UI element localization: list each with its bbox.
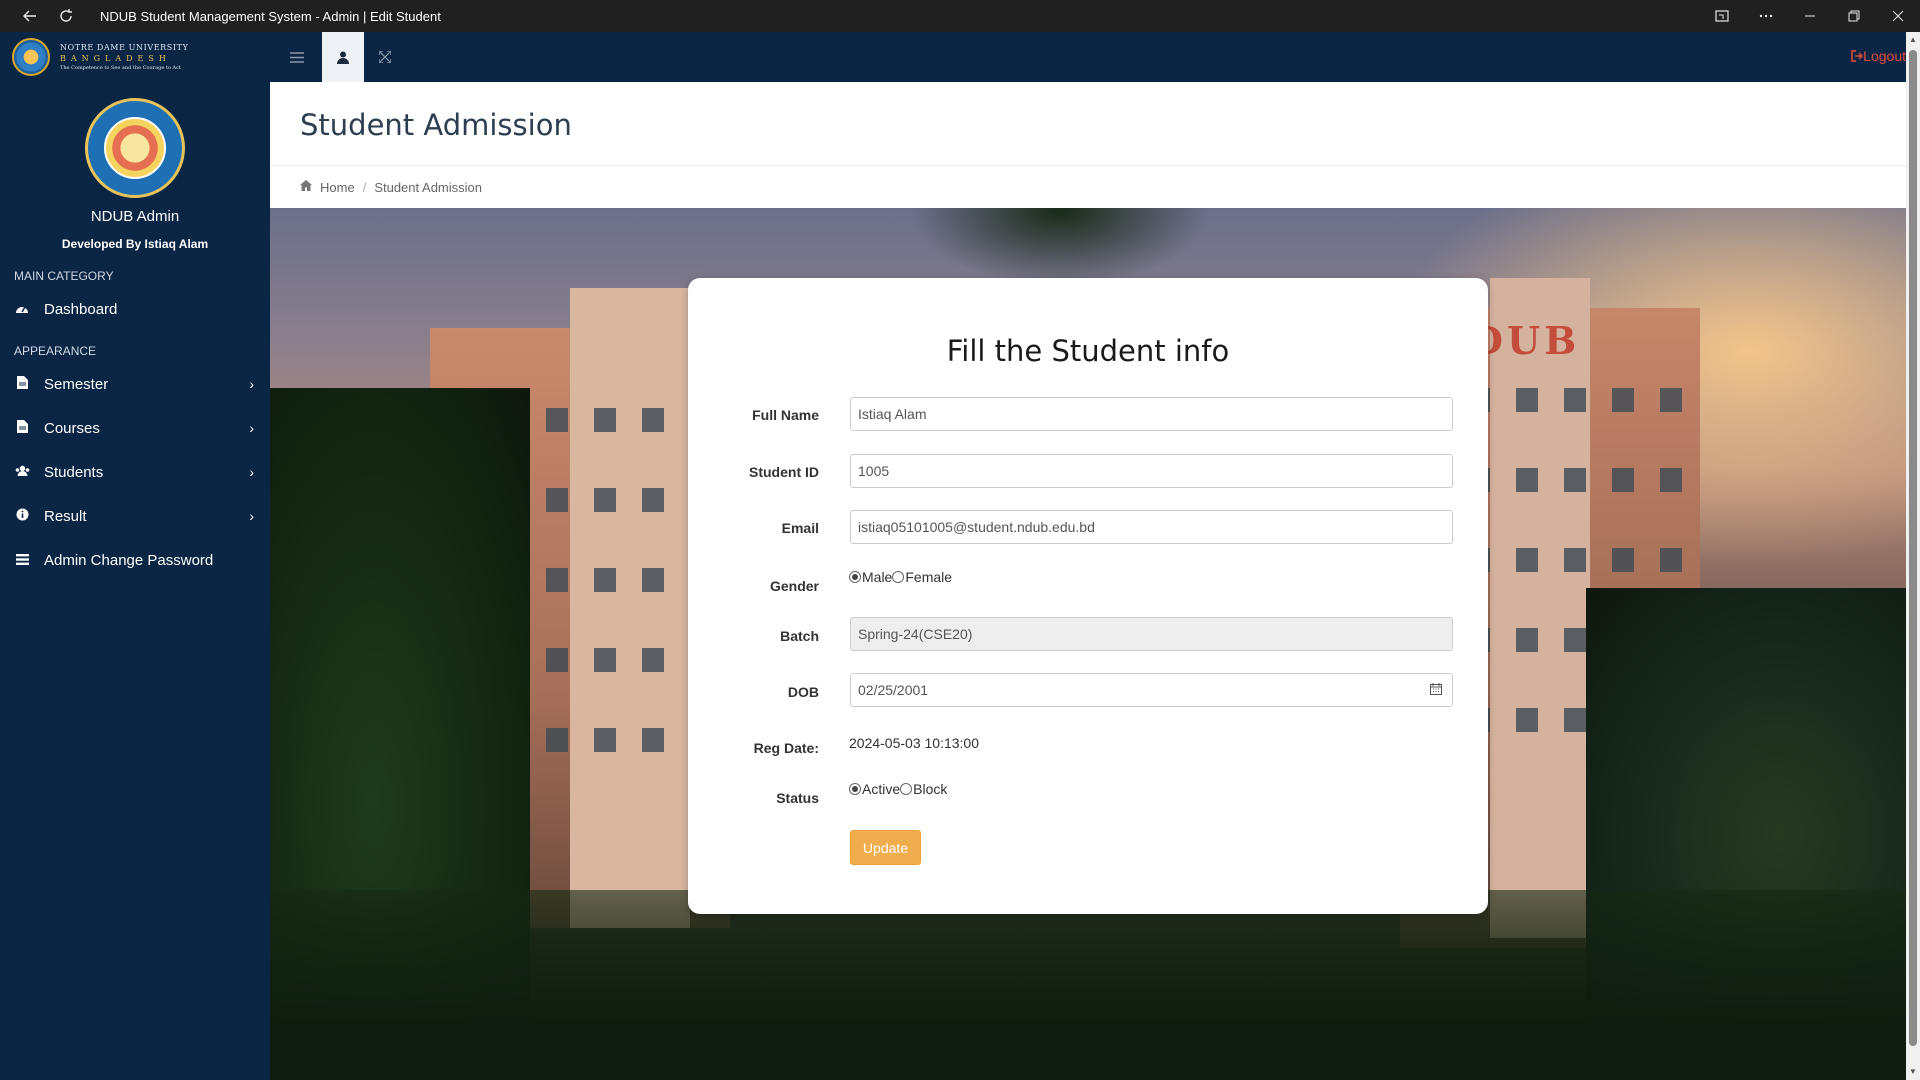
batch-input — [850, 617, 1453, 651]
email-label: Email — [781, 520, 819, 536]
sidebar-item-result[interactable]: Result › — [0, 494, 270, 538]
file-icon — [14, 376, 30, 392]
gender-female-radio[interactable] — [892, 571, 905, 583]
sidebar: NOTRE DAME UNIVERSITY BANGLADESH The Com… — [0, 32, 270, 1080]
reload-icon[interactable] — [48, 0, 84, 32]
student-form-card: Fill the Student info Full Name Student … — [688, 278, 1488, 914]
chevron-right-icon: › — [249, 464, 254, 480]
page-header: Student Admission — [270, 82, 1906, 166]
window-title: NDUB Student Management System - Admin |… — [100, 8, 441, 24]
reg-date-label: Reg Date: — [753, 740, 819, 756]
file-icon — [14, 420, 30, 436]
scroll-down-icon[interactable]: ▼ — [1906, 1064, 1920, 1080]
sidebar-item-label: Admin Change Password — [44, 551, 214, 569]
gender-male-radio[interactable] — [849, 571, 861, 583]
dob-value: 02/25/2001 — [858, 682, 929, 698]
home-icon — [300, 180, 312, 194]
sidebar-item-admin-change-password[interactable]: Admin Change Password — [0, 538, 270, 582]
gender-female-label[interactable]: Female — [905, 569, 952, 585]
brand-logo[interactable]: NOTRE DAME UNIVERSITY BANGLADESH The Com… — [0, 32, 270, 82]
full-name-input[interactable] — [850, 397, 1453, 431]
scroll-up-icon[interactable]: ▲ — [1906, 32, 1920, 48]
window-titlebar: NDUB Student Management System - Admin |… — [0, 0, 1920, 32]
chevron-right-icon: › — [249, 508, 254, 524]
status-active-label[interactable]: Active — [862, 781, 900, 797]
calendar-icon[interactable] — [1430, 682, 1442, 698]
sidebar-item-label: Result — [44, 507, 87, 525]
breadcrumb: Home / Student Admission — [270, 166, 1906, 208]
fullscreen-icon[interactable] — [364, 32, 406, 82]
sidebar-item-label: Semester — [44, 375, 109, 393]
reg-date-value: 2024-05-03 10:13:00 — [849, 735, 979, 751]
page-scrollbar[interactable]: ▲ ▼ — [1906, 32, 1920, 1080]
breadcrumb-home[interactable]: Home — [320, 180, 355, 195]
student-id-label: Student ID — [749, 464, 819, 480]
main-category-heading: MAIN CATEGORY — [14, 269, 114, 283]
sidebar-item-semester[interactable]: Semester › — [0, 362, 270, 406]
back-icon[interactable] — [12, 0, 48, 32]
batch-label: Batch — [780, 628, 819, 644]
cast-icon[interactable] — [1700, 0, 1744, 32]
email-input[interactable] — [850, 510, 1453, 544]
status-active-radio[interactable] — [849, 783, 861, 795]
status-label: Status — [776, 790, 819, 806]
sidebar-item-courses[interactable]: Courses › — [0, 406, 270, 450]
sidebar-item-label: Dashboard — [44, 300, 118, 318]
scroll-thumb[interactable] — [1909, 50, 1917, 1046]
top-navbar: Logout — [270, 32, 1906, 82]
dashboard-icon — [14, 302, 30, 317]
breadcrumb-separator: / — [362, 179, 367, 195]
list-icon — [14, 553, 30, 568]
chevron-right-icon: › — [249, 420, 254, 436]
sidebar-item-students[interactable]: Students › — [0, 450, 270, 494]
dob-date-input[interactable]: 02/25/2001 — [850, 673, 1453, 707]
chevron-right-icon: › — [249, 376, 254, 392]
logout-label: Logout — [1863, 48, 1906, 64]
student-id-input[interactable] — [850, 454, 1453, 488]
sidebar-item-label: Students — [44, 463, 104, 481]
gender-radio-group: Male Female — [849, 569, 952, 585]
sidebar-profile: NDUB Admin Developed By Istiaq Alam — [0, 82, 270, 251]
sidebar-item-label: Courses — [44, 419, 100, 437]
user-icon[interactable] — [322, 32, 364, 82]
form-title: Fill the Student info — [946, 334, 1230, 368]
appearance-heading: APPEARANCE — [14, 344, 97, 358]
menu-toggle-icon[interactable] — [276, 32, 318, 82]
brand-line-2: BANGLADESH — [60, 54, 171, 63]
logout-link[interactable]: Logout — [1851, 48, 1906, 64]
logout-icon — [1851, 50, 1864, 62]
developer-credit: Developed By Istiaq Alam — [61, 237, 209, 251]
breadcrumb-current: Student Admission — [374, 179, 482, 195]
info-icon — [14, 508, 30, 524]
more-icon[interactable] — [1744, 0, 1788, 32]
admin-name: NDUB Admin — [90, 208, 180, 225]
status-block-label[interactable]: Block — [913, 781, 947, 797]
minimize-icon[interactable] — [1788, 0, 1832, 32]
dob-label: DOB — [787, 684, 819, 700]
gender-label: Gender — [769, 578, 819, 594]
status-radio-group: Active Block — [849, 781, 947, 797]
brand-line-1: NOTRE DAME UNIVERSITY — [60, 43, 189, 52]
brand-tagline: The Competence to See and the Courage to… — [60, 65, 181, 71]
update-button[interactable]: Update — [850, 830, 921, 865]
gender-male-label[interactable]: Male — [862, 569, 892, 585]
university-seal-icon — [12, 38, 50, 76]
close-icon[interactable] — [1876, 0, 1920, 32]
sidebar-item-dashboard[interactable]: Dashboard — [0, 287, 270, 331]
users-icon — [14, 465, 30, 480]
page-title: Student Admission — [300, 108, 572, 142]
status-block-radio[interactable] — [900, 783, 913, 795]
restore-icon[interactable] — [1832, 0, 1876, 32]
full-name-label: Full Name — [752, 407, 819, 423]
university-logo — [85, 98, 185, 198]
